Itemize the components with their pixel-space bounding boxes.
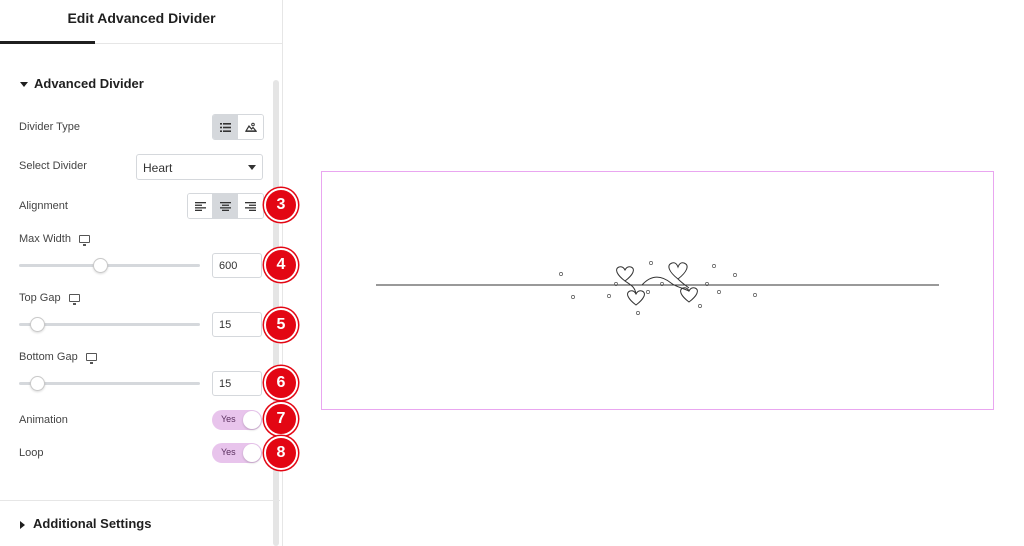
- top-gap-input[interactable]: 15: [212, 312, 262, 337]
- callout-badge: 5: [264, 308, 298, 342]
- desktop-icon[interactable]: [85, 353, 97, 365]
- align-left-button[interactable]: [188, 194, 213, 218]
- divider-type-list-button[interactable]: [213, 115, 238, 139]
- max-width-slider-track[interactable]: [19, 264, 200, 267]
- section-title: Advanced Divider: [34, 76, 144, 91]
- max-width-label: Max Width: [19, 233, 90, 247]
- alignment-group: [187, 193, 264, 219]
- panel-title: Edit Advanced Divider: [67, 10, 216, 26]
- image-icon: [244, 122, 257, 132]
- top-gap-label: Top Gap: [19, 292, 80, 306]
- align-center-icon: [219, 201, 231, 211]
- divider-type-label: Divider Type: [19, 121, 80, 133]
- animation-label: Animation: [19, 414, 68, 426]
- loop-toggle[interactable]: Yes: [212, 443, 262, 463]
- animation-toggle[interactable]: Yes: [212, 410, 262, 430]
- top-gap-slider-handle[interactable]: [29, 317, 45, 332]
- heart-divider-icon: [376, 261, 939, 315]
- loop-toggle-text: Yes: [221, 447, 236, 457]
- align-right-icon: [245, 201, 256, 211]
- select-divider-dropdown[interactable]: Heart: [136, 154, 263, 180]
- callout-badge: 6: [264, 366, 298, 400]
- loop-label: Loop: [19, 447, 44, 459]
- additional-settings-title: Additional Settings: [33, 516, 152, 531]
- section-advanced-divider-toggle[interactable]: Advanced Divider: [20, 76, 144, 91]
- select-divider-label: Select Divider: [19, 160, 87, 172]
- alignment-label: Alignment: [19, 200, 68, 212]
- desktop-icon[interactable]: [68, 294, 80, 306]
- bottom-gap-slider-handle[interactable]: [29, 376, 45, 391]
- animation-toggle-text: Yes: [221, 414, 236, 424]
- section-divider: [0, 500, 280, 501]
- bottom-gap-input[interactable]: 15: [212, 371, 262, 396]
- callout-badge: 8: [264, 436, 298, 470]
- divider-type-group: [212, 114, 264, 140]
- editor-panel: Edit Advanced Divider Advanced Divider D…: [0, 0, 283, 546]
- bottom-gap-label-text: Bottom Gap: [19, 351, 78, 363]
- panel-header: Edit Advanced Divider: [0, 0, 283, 44]
- max-width-slider-handle[interactable]: [92, 258, 108, 273]
- align-right-button[interactable]: [238, 194, 263, 218]
- toggle-knob: [243, 411, 261, 429]
- toggle-knob: [243, 444, 261, 462]
- section-additional-settings-toggle[interactable]: Additional Settings: [20, 516, 151, 531]
- desktop-icon[interactable]: [78, 235, 90, 247]
- caret-down-icon: [20, 82, 28, 88]
- chevron-down-icon: [248, 165, 256, 170]
- max-width-label-text: Max Width: [19, 233, 71, 245]
- caret-right-icon: [20, 520, 25, 529]
- max-width-input[interactable]: 600: [212, 253, 262, 278]
- select-divider-value: Heart: [143, 161, 173, 175]
- bottom-gap-slider-track[interactable]: [19, 382, 200, 385]
- callout-badge: 4: [264, 248, 298, 282]
- align-left-icon: [194, 201, 206, 211]
- divider-type-image-button[interactable]: [238, 115, 263, 139]
- top-gap-slider-track[interactable]: [19, 323, 200, 326]
- callout-badge: 7: [264, 402, 298, 436]
- top-gap-label-text: Top Gap: [19, 292, 61, 304]
- active-tab-indicator: [0, 41, 95, 44]
- align-center-button[interactable]: [213, 194, 238, 218]
- callout-badge: 3: [264, 188, 298, 222]
- divider-preview-frame[interactable]: [321, 171, 994, 410]
- bottom-gap-label: Bottom Gap: [19, 351, 97, 365]
- list-icon: [219, 122, 231, 132]
